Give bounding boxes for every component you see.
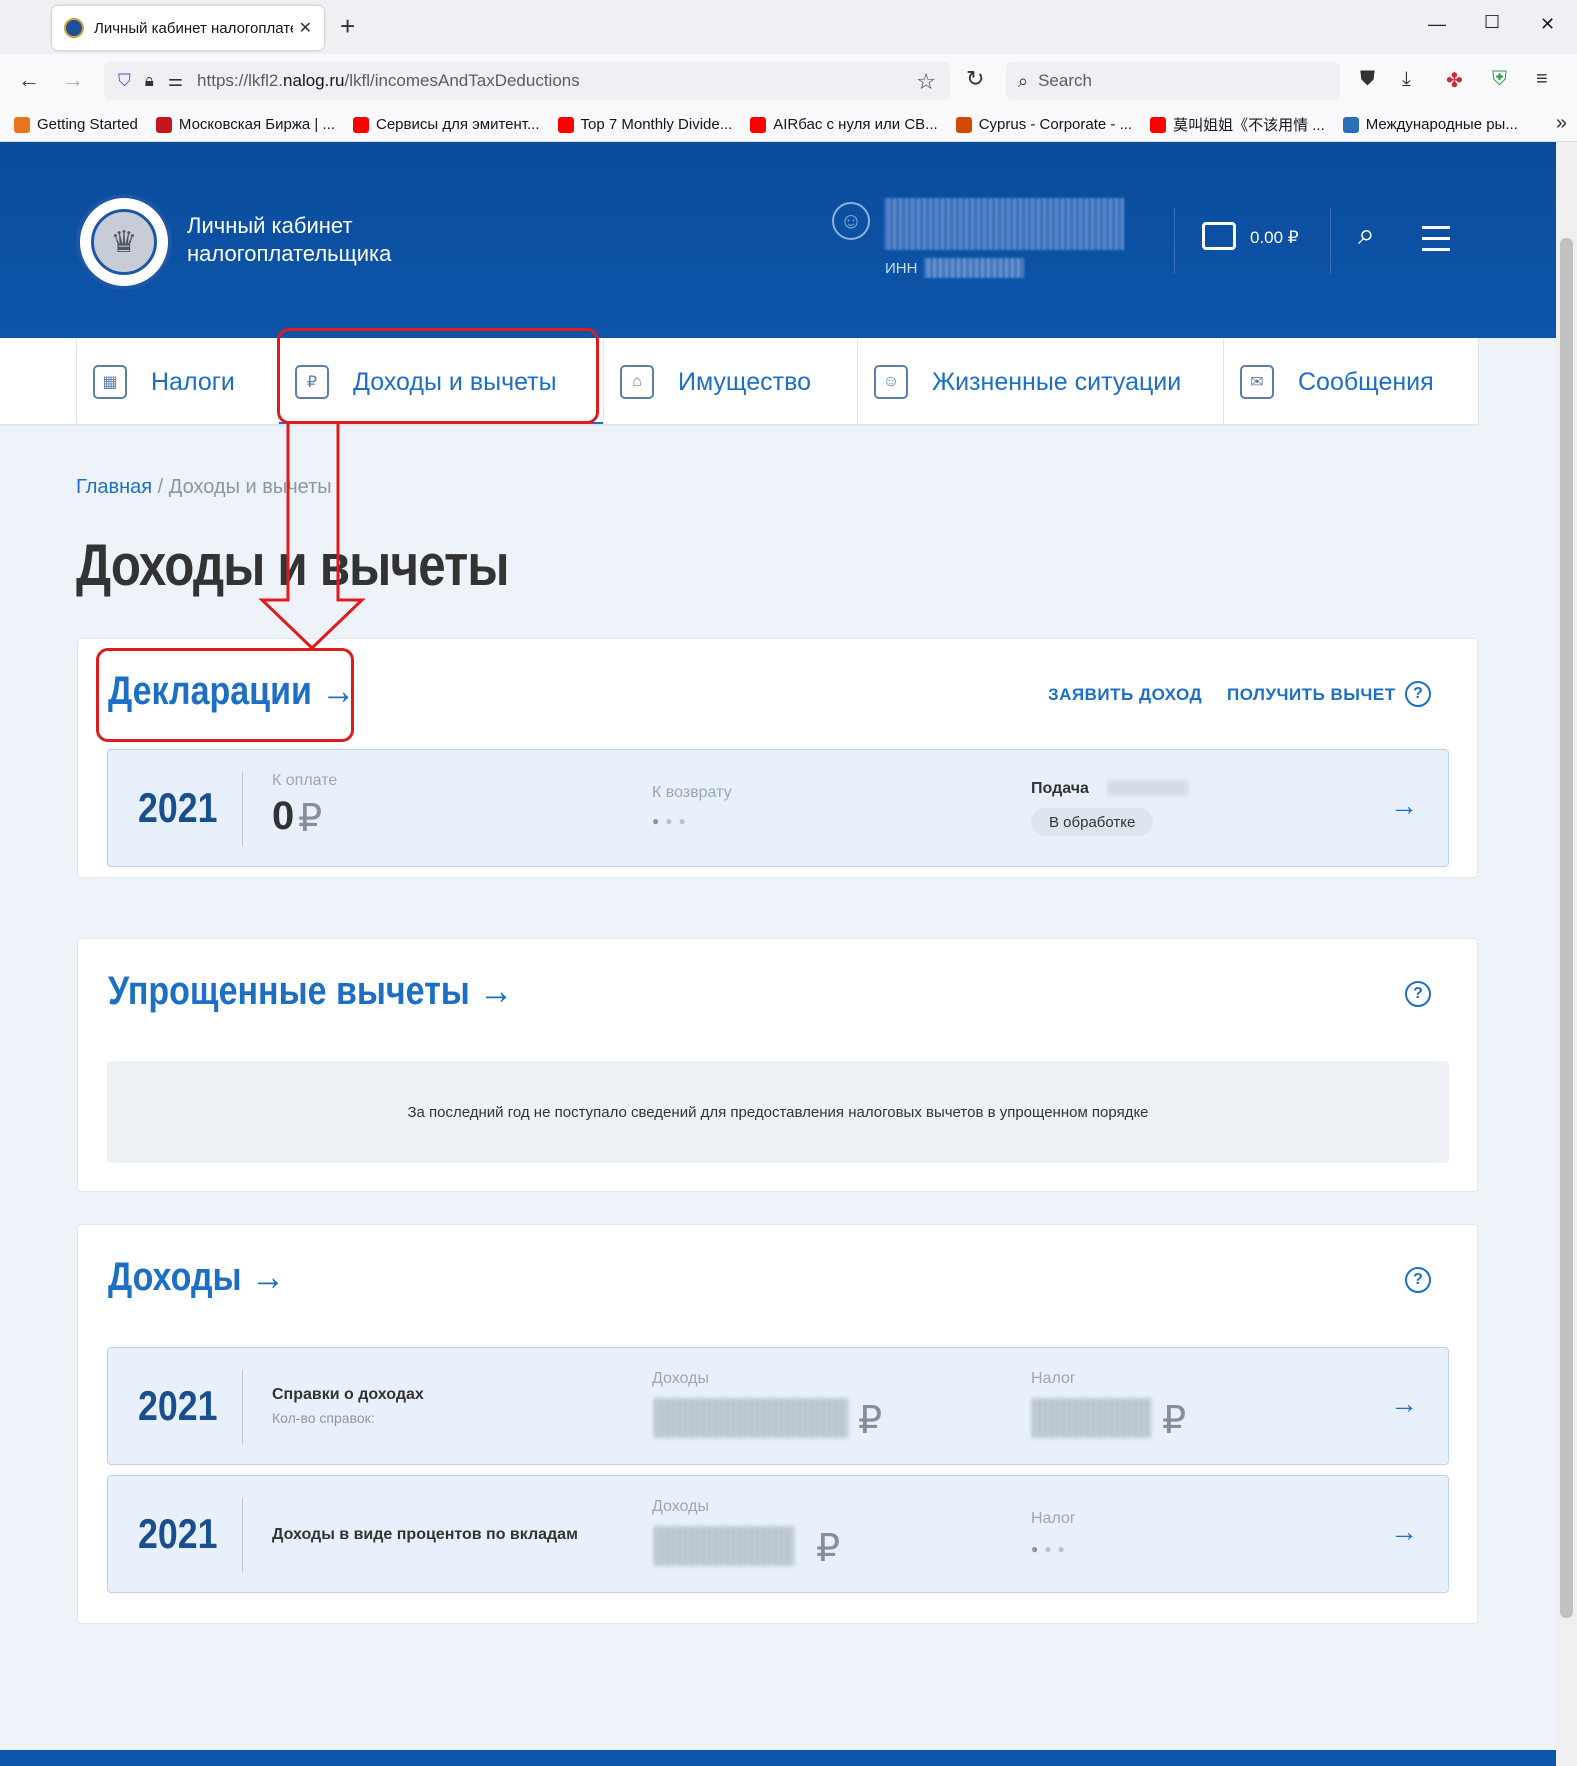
income-amount-redacted — [654, 1526, 794, 1566]
minimize-icon[interactable]: — — [1428, 14, 1446, 35]
bookmarks-bar: Getting Started Московская Биржа | ... Сер… — [0, 108, 1577, 142]
income-row-subtitle: Кол-во справок: — [272, 1410, 375, 1426]
bookmark-label: Getting Started — [37, 116, 138, 133]
arrow-right-icon: → — [251, 1255, 286, 1299]
bookmark-item[interactable]: AIRбас с нуля или СВ... — [750, 116, 938, 133]
permissions-icon: ⚌ — [167, 71, 184, 90]
bookmark-item[interactable]: Международные ры... — [1342, 116, 1518, 133]
bookmark-label: Международные ры... — [1365, 116, 1518, 133]
simplified-empty-message: За последний год не поступало сведений д… — [107, 1061, 1449, 1163]
tax-loading-dots: ●●● — [1031, 1542, 1071, 1556]
income-amount-redacted — [654, 1398, 848, 1438]
tab-title: Личный кабинет налогоплате… — [94, 19, 293, 37]
deposit-interest-row[interactable]: 2021 Доходы в виде процентов по вкладам … — [107, 1475, 1449, 1593]
url-text: https://lkfl2.nalog.ru/lkfl/incomesAndTa… — [197, 71, 580, 90]
bookmark-label: AIRбас с нуля или СВ... — [773, 116, 938, 133]
bookmark-label: Top 7 Monthly Divide... — [580, 116, 733, 133]
maximize-icon[interactable]: ☐ — [1484, 12, 1500, 33]
bookmark-item[interactable]: Cyprus - Corporate - ... — [955, 116, 1133, 133]
pocket-icon[interactable]: ⛊ — [1360, 68, 1375, 91]
bookmark-favicon-icon — [750, 116, 767, 133]
income-year: 2021 — [138, 1382, 218, 1429]
ruble-sign: ₽ — [858, 1400, 883, 1442]
ruble-sign: ₽ — [1162, 1400, 1187, 1442]
bookmark-favicon-icon — [1150, 116, 1167, 133]
bookmark-label: Сервисы для эмитент... — [376, 116, 540, 133]
browser-titlebar: Личный кабинет налогоплате… ✕ + — ☐ ✕ — [0, 0, 1577, 54]
income-year: 2021 — [138, 1510, 218, 1557]
url-bar[interactable]: ⛉ 🔒︎ ⚌ https://lkfl2.nalog.ru/lkfl/incom… — [104, 62, 950, 100]
arrow-right-icon: → — [479, 969, 514, 1013]
reload-icon[interactable]: ↻ — [966, 66, 984, 92]
bookmarks-more-icon[interactable]: » — [1556, 112, 1567, 135]
page-scrollbar[interactable] — [1556, 142, 1577, 1766]
incomes-title[interactable]: Доходы → — [108, 1255, 285, 1300]
row-divider — [242, 1370, 243, 1444]
bookmark-item[interactable]: Московская Биржа | ... — [155, 116, 335, 133]
bookmark-favicon-icon — [557, 116, 574, 133]
bookmark-item[interactable]: Top 7 Monthly Divide... — [557, 116, 733, 133]
income-label: Доходы — [652, 1370, 709, 1387]
help-icon[interactable]: ? — [1405, 981, 1431, 1007]
tax-label: Налог — [1031, 1510, 1076, 1527]
bookmark-star-icon[interactable]: ☆ — [916, 69, 936, 95]
arrow-right-icon[interactable]: → — [1390, 1388, 1418, 1420]
bookmark-favicon-icon — [353, 116, 369, 133]
incomes-card: Доходы → ? 2021 Справки о доходах Кол-во… — [77, 1224, 1478, 1624]
income-certificates-row[interactable]: 2021 Справки о доходах Кол-во справок: Д… — [107, 1347, 1449, 1465]
row-divider — [242, 1498, 243, 1572]
bookmark-item[interactable]: Getting Started — [14, 116, 138, 133]
simplified-deductions-title[interactable]: Упрощенные вычеты → — [108, 969, 513, 1014]
browser-toolbar: ← → ⛉ 🔒︎ ⚌ https://lkfl2.nalog.ru/lkfl/i… — [0, 54, 1577, 108]
bookmark-favicon-icon — [155, 116, 172, 133]
footer-strip — [0, 1750, 1556, 1766]
shield-extension-icon[interactable]: ⛨ — [1492, 68, 1507, 91]
bookmark-label: 莫叫姐姐《不该用情 ... — [1173, 117, 1325, 134]
bookmark-favicon-icon — [1342, 116, 1359, 133]
tax-label: Налог — [1031, 1370, 1076, 1387]
bookmark-favicon-icon — [955, 116, 972, 133]
downloads-icon[interactable]: ⤓ — [1402, 68, 1411, 91]
extension-icon[interactable]: ✤ — [1446, 68, 1463, 93]
scrollbar-thumb[interactable] — [1560, 238, 1573, 1618]
help-icon[interactable]: ? — [1405, 1267, 1431, 1293]
nalog-favicon-icon — [64, 18, 84, 38]
tab-close-icon[interactable]: ✕ — [299, 18, 312, 38]
new-tab-icon[interactable]: + — [340, 13, 355, 39]
page-viewport: ♛ Личный кабинет налогоплательщика ☺ ИНН… — [0, 142, 1556, 1766]
bookmark-label: Cyprus - Corporate - ... — [978, 116, 1133, 133]
window-close-icon[interactable]: ✕ — [1540, 14, 1555, 35]
shield-icon: ⛉ — [118, 71, 131, 90]
arrow-right-icon[interactable]: → — [1390, 1516, 1418, 1548]
tax-amount-redacted — [1032, 1398, 1152, 1438]
search-placeholder: Search — [1038, 71, 1092, 90]
income-row-title: Доходы в виде процентов по вкладам — [272, 1526, 578, 1543]
search-icon: ⌕ — [1018, 70, 1029, 91]
bookmark-item[interactable]: Сервисы для эмитент... — [353, 116, 540, 133]
bookmark-label: Московская Биржа | ... — [178, 116, 335, 133]
forward-icon[interactable]: → — [62, 68, 84, 92]
browser-tab[interactable]: Личный кабинет налогоплате… ✕ — [52, 6, 324, 50]
ruble-sign: ₽ — [816, 1528, 841, 1570]
app-menu-icon[interactable]: ≡ — [1536, 68, 1548, 91]
bookmark-item[interactable]: 莫叫姐姐《不该用情 ... — [1150, 114, 1325, 135]
simplified-deductions-card: Упрощенные вычеты → ? За последний год н… — [77, 938, 1478, 1192]
lock-icon: 🔒︎ — [144, 71, 154, 90]
income-row-title: Справки о доходах — [272, 1386, 424, 1403]
annotation-arrow — [258, 424, 366, 651]
back-icon[interactable]: ← — [18, 68, 40, 92]
bookmark-favicon-icon — [14, 116, 30, 133]
income-label: Доходы — [652, 1498, 709, 1515]
search-bar[interactable]: ⌕ Search — [1006, 62, 1340, 100]
